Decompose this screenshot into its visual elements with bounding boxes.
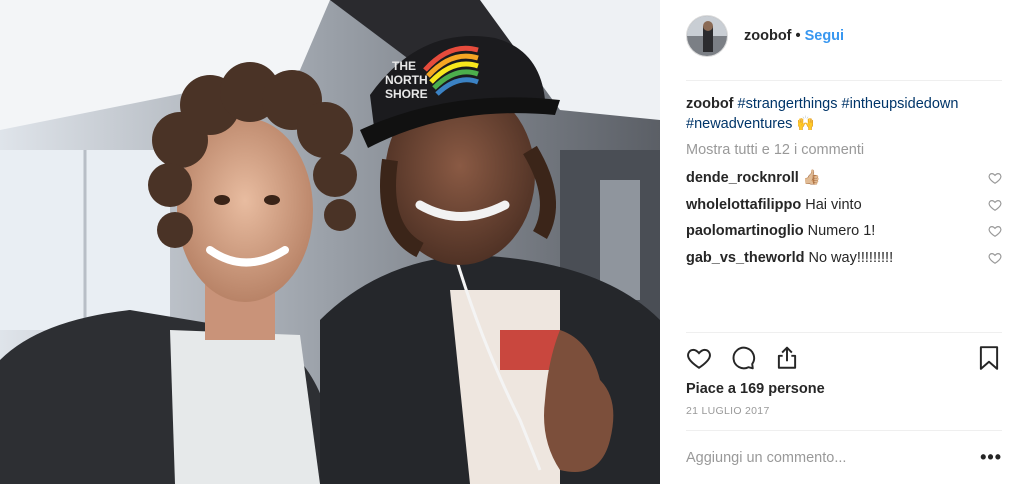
comment-username[interactable]: wholelottafilippo: [686, 197, 801, 213]
post-header: zoobof • Segui: [686, 15, 1002, 81]
likes-count[interactable]: Piace a 169 persone: [686, 381, 1002, 397]
comment-row: gab_vs_theworld No way!!!!!!!!!: [686, 248, 1002, 275]
comment-text: 👍🏼: [802, 170, 821, 186]
post-caption: zoobof #strangerthings #intheupsidedown …: [686, 94, 1002, 134]
comments-section: zoobof #strangerthings #intheupsidedown …: [686, 94, 1002, 274]
comment-like-heart-icon[interactable]: [988, 251, 1002, 265]
share-icon[interactable]: [774, 345, 800, 371]
hat-text-line-2: NORTH: [385, 73, 428, 87]
comment-text: Hai vinto: [805, 196, 862, 213]
comment-like-heart-icon[interactable]: [988, 198, 1002, 212]
post-photo-illustration: THE NORTH SHORE: [0, 0, 660, 484]
comment-like-heart-icon[interactable]: [988, 171, 1002, 185]
header-separator: •: [795, 28, 801, 44]
comment-username[interactable]: gab_vs_theworld: [686, 250, 804, 266]
comment-row: wholelottafilippo Hai vinto: [686, 195, 1002, 222]
comment-row: dende_rocknroll 👍🏼: [686, 168, 1002, 195]
show-all-comments-link[interactable]: Mostra tutti e 12 i commenti: [686, 140, 1002, 160]
caption-emoji: 🙌: [796, 116, 815, 132]
hat-text-line-3: SHORE: [385, 87, 428, 101]
caption-username[interactable]: zoobof: [686, 96, 734, 112]
add-comment-bar: Aggiungi un commento... •••: [686, 430, 1002, 484]
comment-text: No way!!!!!!!!!: [808, 249, 894, 266]
bookmark-icon[interactable]: [976, 345, 1002, 371]
add-comment-input[interactable]: Aggiungi un commento...: [686, 450, 846, 466]
hashtag-link[interactable]: #strangerthings: [738, 96, 838, 112]
hashtag-link[interactable]: #newadventures: [686, 116, 792, 132]
post-side-panel: zoobof • Segui zoobof #strangerthings #i…: [660, 0, 1024, 484]
post-actions: Piace a 169 persone 21 LUGLIO 2017: [686, 332, 1002, 417]
hashtag-link[interactable]: #intheupsidedown: [842, 96, 959, 112]
comment-username[interactable]: paolomartinoglio: [686, 223, 804, 239]
avatar-image: [687, 16, 727, 56]
comment-row: paolomartinoglio Numero 1!: [686, 221, 1002, 248]
comment-like-heart-icon[interactable]: [988, 224, 1002, 238]
comment-username[interactable]: dende_rocknroll: [686, 170, 799, 186]
post-photo[interactable]: THE NORTH SHORE: [0, 0, 660, 484]
like-heart-icon[interactable]: [686, 345, 712, 371]
more-options-button[interactable]: •••: [980, 447, 1002, 468]
follow-button[interactable]: Segui: [805, 28, 844, 44]
comment-icon[interactable]: [730, 345, 756, 371]
avatar[interactable]: [686, 15, 728, 57]
hat-text-line-1: THE: [392, 59, 416, 73]
post-date[interactable]: 21 LUGLIO 2017: [686, 405, 1002, 417]
comment-text: Numero 1!: [807, 223, 876, 239]
header-username[interactable]: zoobof: [744, 28, 792, 44]
